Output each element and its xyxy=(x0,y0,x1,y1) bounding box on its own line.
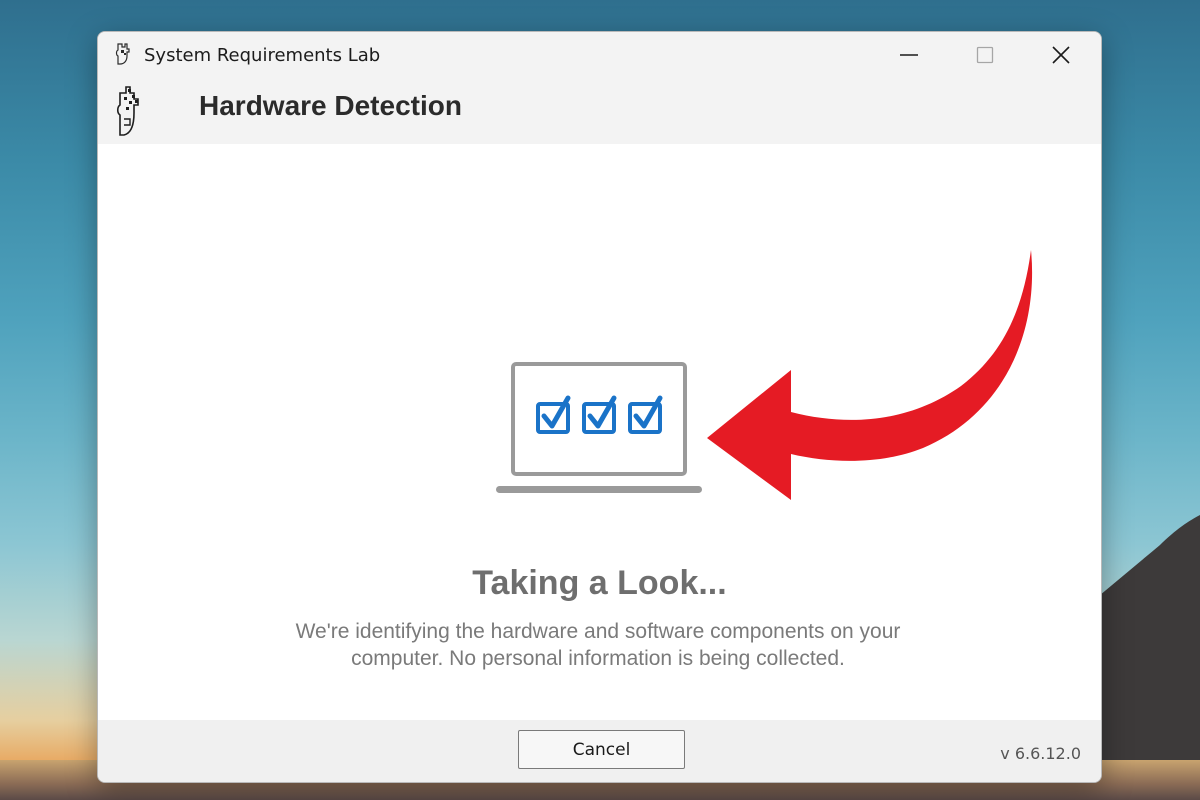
close-icon xyxy=(1052,46,1070,64)
close-button[interactable] xyxy=(1026,32,1096,78)
window-title: System Requirements Lab xyxy=(144,45,381,66)
page-header: Hardware Detection xyxy=(98,78,1101,144)
status-heading: Taking a Look... xyxy=(472,564,727,602)
footer-bar: Cancel v 6.6.12.0 xyxy=(98,720,1101,782)
maximize-button[interactable] xyxy=(950,32,1020,78)
app-icon xyxy=(115,43,130,65)
red-curved-arrow-icon xyxy=(707,250,1033,500)
app-window: System Requirements Lab Hardware Detecti… xyxy=(97,31,1102,783)
page-title: Hardware Detection xyxy=(199,90,462,121)
srl-logo-icon xyxy=(116,86,139,136)
minimize-icon xyxy=(900,54,918,56)
maximize-icon xyxy=(976,46,994,64)
title-bar: System Requirements Lab xyxy=(98,32,1101,78)
minimize-button[interactable] xyxy=(874,32,944,78)
main-content: Taking a Look... We're identifying the h… xyxy=(98,144,1101,720)
status-description: We're identifying the hardware and softw… xyxy=(295,620,901,670)
laptop-checklist-icon xyxy=(496,362,702,493)
cancel-button[interactable]: Cancel xyxy=(518,730,685,769)
version-label: v 6.6.12.0 xyxy=(1000,744,1081,763)
